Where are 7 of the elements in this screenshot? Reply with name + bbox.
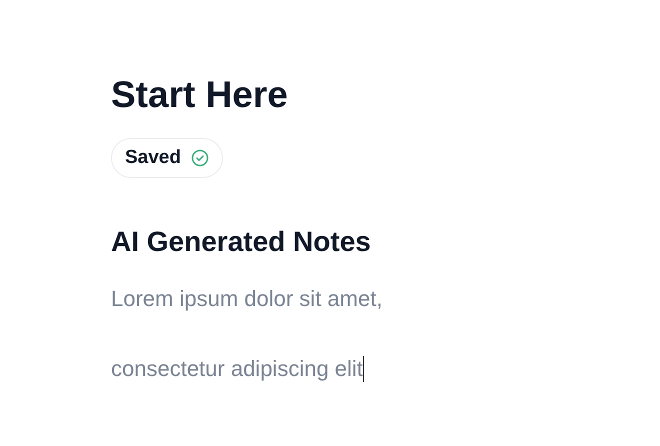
page-title: Start Here [111,73,289,117]
note-line: Lorem ipsum dolor sit amet, [111,285,384,313]
check-circle-icon [190,149,209,167]
status-badge: Saved [111,138,223,178]
note-line: consectetur adipiscing elit [111,355,365,384]
section-heading: AI Generated Notes [111,225,372,259]
text-cursor [362,356,364,382]
